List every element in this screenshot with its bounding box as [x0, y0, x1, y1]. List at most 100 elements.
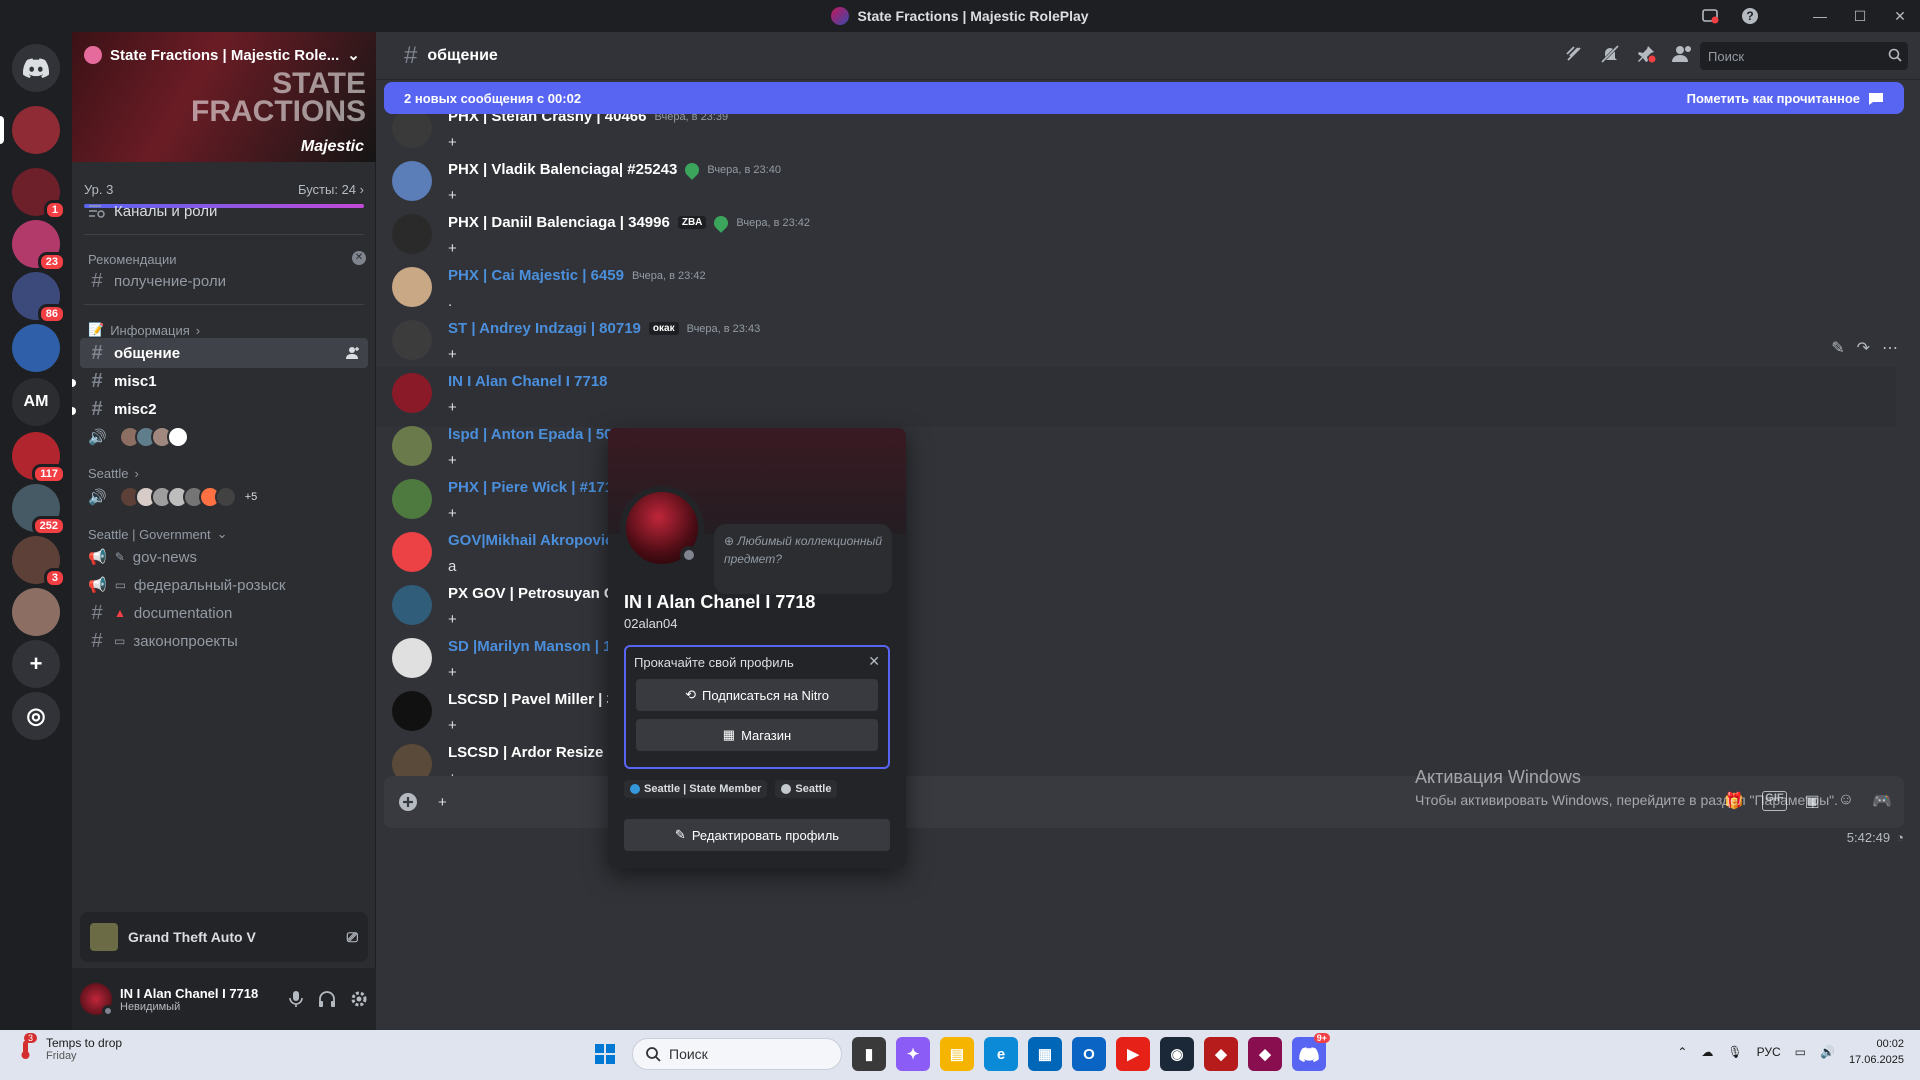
shop-button[interactable]: ▦ Магазин — [636, 719, 878, 751]
chevron-up-icon[interactable]: ⌃ — [1677, 1045, 1687, 1059]
channel-wanted[interactable]: 📢 ▭ федеральный-розыск — [80, 570, 368, 600]
server-icon[interactable]: 252 — [12, 484, 66, 536]
message-author[interactable]: ST | Andrey Indzagi | 80719 — [448, 320, 641, 337]
mute-bell-icon[interactable] — [1600, 44, 1620, 64]
avatar[interactable] — [392, 638, 432, 678]
message-item[interactable]: IN I Alan Chanel I 7718 + — [376, 367, 1896, 427]
avatar[interactable] — [392, 161, 432, 201]
avatar[interactable] — [392, 373, 432, 413]
server-icon[interactable] — [12, 324, 60, 372]
edit-profile-button[interactable]: ✎ Редактировать профиль — [624, 819, 890, 851]
clock[interactable]: 00:02 17.06.2025 — [1849, 1036, 1904, 1068]
message-author[interactable]: lspd | Anton Epada | 50 — [448, 426, 613, 443]
voice-channel-seattle[interactable]: 🔊 +5 — [80, 482, 368, 512]
message-author[interactable]: GOV|Mikhail Akropovic — [448, 532, 613, 549]
activity-card[interactable]: Grand Theft Auto V ⎚ — [80, 912, 368, 962]
search-input[interactable] — [1700, 42, 1908, 70]
app-icon[interactable]: ◆ — [1204, 1037, 1238, 1071]
message-item[interactable]: PHX | Cai Majestic | 6459 Вчера, в 23:42. — [376, 261, 1896, 321]
message-author[interactable]: SD |Marilyn Manson | 14 — [448, 638, 620, 655]
role-chip[interactable]: Seattle | State Member — [624, 780, 768, 798]
server-icon[interactable] — [12, 106, 60, 154]
minimize-icon[interactable]: — — [1800, 0, 1840, 32]
category-gov[interactable]: Seattle | Government ⌄ — [88, 526, 228, 542]
message-item[interactable]: PHX | Daniil Balenciaga | 34996 ZBA Вчера,… — [376, 208, 1896, 268]
microphone-icon[interactable]: 🎙 — [1727, 1045, 1742, 1059]
nitro-button[interactable]: ⟲ Подписаться на Nitro — [636, 679, 878, 711]
language-indicator[interactable]: РУС — [1757, 1045, 1781, 1059]
category-seattle[interactable]: Seattle › — [88, 466, 139, 481]
channel-get-role[interactable]: # получение-роли — [80, 266, 368, 296]
app-icon[interactable]: ◆ — [1248, 1037, 1282, 1071]
role-chip[interactable]: Seattle — [775, 780, 838, 798]
steam-icon[interactable]: ◉ — [1160, 1037, 1194, 1071]
store-icon[interactable]: ▦ — [1028, 1037, 1062, 1071]
reply-icon[interactable]: ↷ — [1857, 338, 1870, 358]
file-explorer-icon[interactable]: ▤ — [940, 1037, 974, 1071]
avatar[interactable] — [392, 267, 432, 307]
youtube-icon[interactable]: ▶ — [1116, 1037, 1150, 1071]
message-item[interactable]: PHX | Vladik Balenciaga| #25243 Вчера, в … — [376, 155, 1896, 215]
message-author[interactable]: PHX | Vladik Balenciaga| #25243 — [448, 161, 677, 178]
message-item[interactable]: LSCSD | Pavel Miller | 3 + — [376, 685, 1896, 745]
channels-roles-item[interactable]: Каналы и роли — [80, 196, 368, 226]
microphone-icon[interactable] — [288, 990, 304, 1008]
server-icon[interactable]: 23 — [12, 220, 66, 272]
inbox-icon[interactable] — [1690, 0, 1730, 32]
copilot-icon[interactable]: ✦ — [896, 1037, 930, 1071]
channel-documentation[interactable]: # ▲ documentation — [80, 598, 368, 628]
server-icon[interactable] — [12, 588, 60, 636]
message-author[interactable]: PX GOV | Petrosuyan Cl — [448, 585, 619, 602]
pin-icon[interactable] — [1636, 44, 1656, 64]
server-icon[interactable]: 86 — [12, 272, 66, 324]
close-icon[interactable]: ✕ — [1880, 0, 1920, 32]
server-icon[interactable]: 117 — [12, 432, 66, 484]
avatar[interactable] — [80, 983, 114, 1017]
discover-icon[interactable]: ◎ — [12, 692, 60, 740]
gear-icon[interactable] — [350, 990, 368, 1008]
close-icon[interactable]: ✕ — [868, 653, 880, 670]
dismiss-icon[interactable]: ✕ — [352, 251, 366, 265]
avatar[interactable] — [392, 479, 432, 519]
maximize-icon[interactable]: ☐ — [1840, 0, 1880, 32]
avatar[interactable] — [392, 532, 432, 572]
add-attachment-icon[interactable] — [398, 792, 418, 812]
channel-general[interactable]: # общение — [80, 338, 368, 368]
message-item[interactable]: ST | Andrey Indzagi | 80719 окак Вчера, в … — [376, 314, 1896, 374]
avatar[interactable] — [392, 691, 432, 731]
help-icon[interactable]: ? — [1730, 0, 1770, 32]
profile-avatar[interactable] — [620, 486, 704, 570]
avatar[interactable] — [392, 426, 432, 466]
weather-widget[interactable]: 3 Temps to drop Friday — [14, 1033, 122, 1062]
channel-gov-news[interactable]: 📢 ✎ gov-news — [80, 542, 368, 572]
headphones-icon[interactable] — [318, 990, 336, 1008]
guild-banner[interactable]: State Fractions | Majestic Role... ⌄ STA… — [72, 32, 376, 162]
windows-start-icon[interactable] — [588, 1037, 622, 1071]
message-item[interactable]: GOV|Mikhail Akropovic a — [376, 526, 1896, 586]
channel-misc1[interactable]: # misc1 — [80, 366, 368, 396]
message-author[interactable]: PHX | Piere Wick | #1718 — [448, 479, 621, 496]
mark-read-button[interactable]: Пометить как прочитанное — [1687, 90, 1884, 106]
server-icon[interactable]: 3 — [12, 536, 66, 588]
avatar[interactable] — [392, 108, 432, 148]
edit-icon[interactable]: ✎ — [1831, 338, 1844, 358]
gamepad-icon[interactable]: 🎮 — [1872, 791, 1892, 811]
voice-channel-1[interactable]: 🔊 — [80, 422, 368, 452]
boost-level-row[interactable]: Ур. 3 Бусты: 24 › — [84, 182, 364, 197]
edge-icon[interactable]: e — [984, 1037, 1018, 1071]
discord-home-icon[interactable] — [12, 44, 60, 92]
threads-icon[interactable] — [1564, 44, 1584, 64]
members-icon[interactable] — [1672, 44, 1694, 64]
taskbar-search[interactable]: Поиск — [632, 1038, 842, 1070]
message-item[interactable]: SD |Marilyn Manson | 14 + — [376, 632, 1896, 692]
more-icon[interactable]: ⋯ — [1882, 338, 1898, 358]
discord-taskbar-icon[interactable]: 9+ — [1292, 1033, 1330, 1071]
message-author[interactable]: PHX | Cai Majestic | 6459 — [448, 267, 624, 284]
message-item[interactable]: PHX | Piere Wick | #1718 + — [376, 473, 1896, 533]
screen-share-icon[interactable]: ⎚ — [347, 929, 358, 946]
display-icon[interactable]: ▭ — [1795, 1045, 1806, 1059]
message-item[interactable]: PX GOV | Petrosuyan Cl + — [376, 579, 1896, 639]
network-icon[interactable]: ☁ — [1701, 1045, 1713, 1059]
avatar[interactable] — [392, 320, 432, 360]
message-author[interactable]: IN I Alan Chanel I 7718 — [448, 373, 608, 390]
